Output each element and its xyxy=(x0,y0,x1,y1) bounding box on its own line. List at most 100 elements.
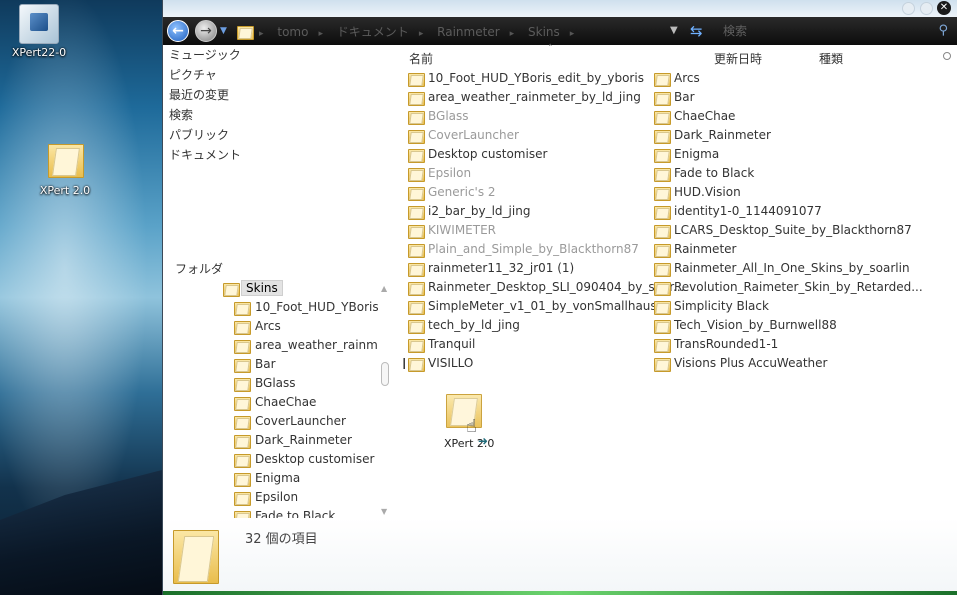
tree-item[interactable]: Dark_Rainmeter xyxy=(223,431,378,450)
folder-tree-scrollbar[interactable]: ▲ ▼ xyxy=(380,284,390,516)
breadcrumb-tomo[interactable]: tomo xyxy=(277,25,308,39)
file-item[interactable]: Revolution_Raimeter_Skin_by_Retarded... xyxy=(654,278,923,297)
file-item[interactable]: Rainmeter_All_In_One_Skins_by_soarlin xyxy=(654,259,910,278)
file-item[interactable]: HUD.Vision xyxy=(654,183,741,202)
desktop-icon-xpert22[interactable]: XPert22-0 xyxy=(2,4,76,59)
tree-item[interactable]: CoverLauncher xyxy=(223,412,378,431)
folder-icon xyxy=(654,186,671,201)
minimize-button[interactable] xyxy=(902,2,915,15)
move-arrow-icon: ➜ xyxy=(478,434,489,448)
file-item[interactable]: Rainmeter xyxy=(654,240,736,259)
file-item[interactable]: TransRounded1-1 xyxy=(654,335,778,354)
search-input[interactable] xyxy=(717,22,952,40)
folder-icon xyxy=(654,110,671,125)
file-item[interactable]: Plain_and_Simple_by_Blackthorn87 xyxy=(408,240,639,259)
file-item[interactable]: Rainmeter_Desktop_SLI_090404_by_soar... xyxy=(408,278,685,297)
column-header-modified[interactable]: 更新日時 xyxy=(714,50,762,67)
folder-icon xyxy=(234,320,251,335)
column-options-icon[interactable] xyxy=(943,52,951,60)
tree-item[interactable]: Epsilon xyxy=(223,488,378,507)
column-headers: 名前 更新日時 種類 xyxy=(406,45,946,69)
tree-item[interactable]: Bar xyxy=(223,355,378,374)
address-folder-icon xyxy=(237,24,254,40)
file-item[interactable]: KIWIMETER xyxy=(408,221,496,240)
file-item[interactable]: Epsilon xyxy=(408,164,471,183)
nav-link-recent[interactable]: 最近の変更 xyxy=(169,85,379,105)
file-item[interactable]: Desktop customiser xyxy=(408,145,547,164)
desktop-icon-label: XPert 2.0 xyxy=(39,184,91,197)
scrollbar-thumb[interactable] xyxy=(381,362,389,386)
nav-link-documents[interactable]: ドキュメント xyxy=(169,145,379,165)
history-dropdown-icon[interactable]: ▼ xyxy=(220,26,227,36)
tree-item[interactable]: ChaeChae xyxy=(223,393,378,412)
folder-icon xyxy=(408,148,425,163)
breadcrumb-rainmeter[interactable]: Rainmeter xyxy=(437,25,499,39)
tree-item[interactable]: BGlass xyxy=(223,374,378,393)
file-item[interactable]: Fade to Black xyxy=(654,164,754,183)
file-item[interactable]: LCARS_Desktop_Suite_by_Blackthorn87 xyxy=(654,221,912,240)
close-button[interactable]: ✕ xyxy=(937,1,951,15)
file-item[interactable]: Enigma xyxy=(654,145,719,164)
tree-item[interactable]: area_weather_rainmete xyxy=(223,336,378,355)
desktop-icon-label: XPert22-0 xyxy=(11,46,67,59)
maximize-button[interactable] xyxy=(920,2,933,15)
file-item[interactable]: identity1-0_1144091077 xyxy=(654,202,822,221)
folder-icon xyxy=(654,91,671,106)
sort-indicator-icon: ˄ xyxy=(548,44,553,54)
file-item[interactable]: rainmeter11_32_jr01 (1) xyxy=(408,259,574,278)
folder-tree: Skins 10_Foot_HUD_YBoris_e Arcs area_wea… xyxy=(223,279,378,521)
forward-button[interactable]: → xyxy=(195,20,217,42)
tree-item[interactable]: 10_Foot_HUD_YBoris_e xyxy=(223,298,378,317)
folder-icon xyxy=(408,129,425,144)
scroll-up-icon[interactable]: ▲ xyxy=(381,284,387,293)
file-item[interactable]: Arcs xyxy=(654,69,700,88)
nav-link-pictures[interactable]: ピクチャ xyxy=(169,65,379,85)
folder-icon xyxy=(654,167,671,182)
file-item[interactable]: CoverLauncher xyxy=(408,126,519,145)
address-dropdown-icon[interactable]: ▼ xyxy=(670,25,678,36)
file-item[interactable]: Simplicity Black xyxy=(654,297,769,316)
nav-link-music[interactable]: ミュージック xyxy=(169,45,379,65)
folders-pane-toggle[interactable]: フォルダ xyxy=(175,260,223,277)
folder-icon xyxy=(654,243,671,258)
file-item[interactable]: BGlass xyxy=(408,107,469,126)
tree-item[interactable]: Enigma xyxy=(223,469,378,488)
file-item[interactable]: i2_bar_by_ld_jing xyxy=(408,202,530,221)
file-item[interactable]: tech_by_ld_jing xyxy=(408,316,520,335)
folder-icon xyxy=(654,300,671,315)
desktop-icon-xpert20[interactable]: XPert 2.0 xyxy=(28,140,102,197)
file-item[interactable]: area_weather_rainmeter_by_ld_jing xyxy=(408,88,641,107)
navigation-bar: ← → ▼ ▸ tomo ▸ ドキュメント ▸ Rainmeter ▸ Skins ▸ … xyxy=(163,17,957,45)
file-item[interactable]: Tech_Vision_by_Burnwell88 xyxy=(654,316,837,335)
navigation-pane: ミュージック ピクチャ 最近の変更 検索 パブリック ドキュメント xyxy=(169,45,379,165)
tree-item[interactable]: Desktop customiser xyxy=(223,450,378,469)
breadcrumb-documents[interactable]: ドキュメント xyxy=(337,25,409,39)
folder-icon xyxy=(654,357,671,372)
folder-icon xyxy=(223,282,240,297)
refresh-icon[interactable]: ⇆ xyxy=(690,22,703,40)
column-header-type[interactable]: 種類 xyxy=(819,50,843,67)
folder-icon xyxy=(48,140,84,178)
file-item[interactable]: Dark_Rainmeter xyxy=(654,126,771,145)
file-item[interactable]: Bar xyxy=(654,88,695,107)
nav-link-search[interactable]: 検索 xyxy=(169,105,379,125)
file-item[interactable]: ChaeChae xyxy=(654,107,735,126)
folder-icon xyxy=(234,472,251,487)
scroll-down-icon[interactable]: ▼ xyxy=(381,507,387,516)
file-item[interactable]: VISILLO xyxy=(408,354,473,373)
breadcrumb-skins[interactable]: Skins xyxy=(528,25,560,39)
file-item[interactable]: SimpleMeter_v1_01_by_vonSmallhausen xyxy=(408,297,672,316)
file-item[interactable]: Visions Plus AccuWeather xyxy=(654,354,827,373)
tree-item-skins[interactable]: Skins xyxy=(223,279,378,298)
file-item[interactable]: Tranquil xyxy=(408,335,475,354)
folder-icon xyxy=(408,338,425,353)
back-button[interactable]: ← xyxy=(167,20,189,42)
file-item[interactable]: 10_Foot_HUD_YBoris_edit_by_yboris xyxy=(408,69,644,88)
tree-item[interactable]: Arcs xyxy=(223,317,378,336)
file-item[interactable]: Generic's 2 xyxy=(408,183,496,202)
column-header-name[interactable]: 名前 xyxy=(409,50,433,67)
title-bar: ✕ xyxy=(163,0,957,17)
nav-link-public[interactable]: パブリック xyxy=(169,125,379,145)
search-icon[interactable]: ⚲ xyxy=(938,23,948,38)
folder-icon xyxy=(408,357,425,372)
